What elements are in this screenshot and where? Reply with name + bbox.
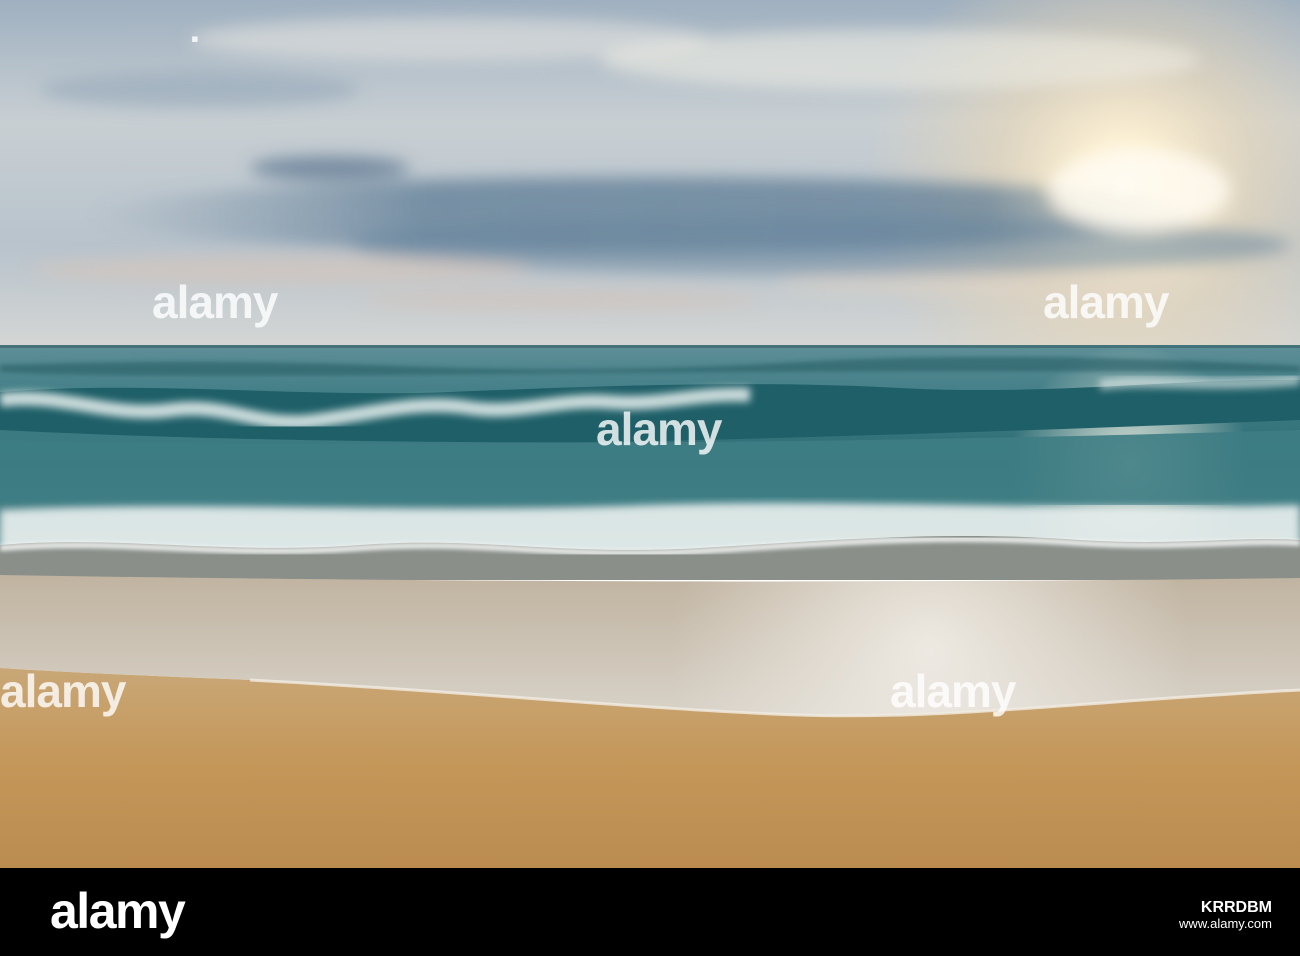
alamy-logo: alamy [50, 883, 186, 939]
footer-bar: alamy KRRDBM www.alamy.com [0, 868, 1300, 956]
shore-foam [0, 502, 1300, 580]
beach-seascape-photo: ▪ alamy alamy alamy alamy alamy [0, 0, 1300, 868]
stock-photo-page: ▪ alamy alamy alamy alamy alamy alamy KR… [0, 0, 1300, 956]
site-url[interactable]: www.alamy.com [1179, 916, 1272, 932]
breaking-wave [0, 375, 1300, 505]
image-id: KRRDBM [1200, 899, 1272, 916]
seascape-illustration [0, 0, 1300, 868]
image-meta: KRRDBM www.alamy.com [1179, 900, 1272, 932]
